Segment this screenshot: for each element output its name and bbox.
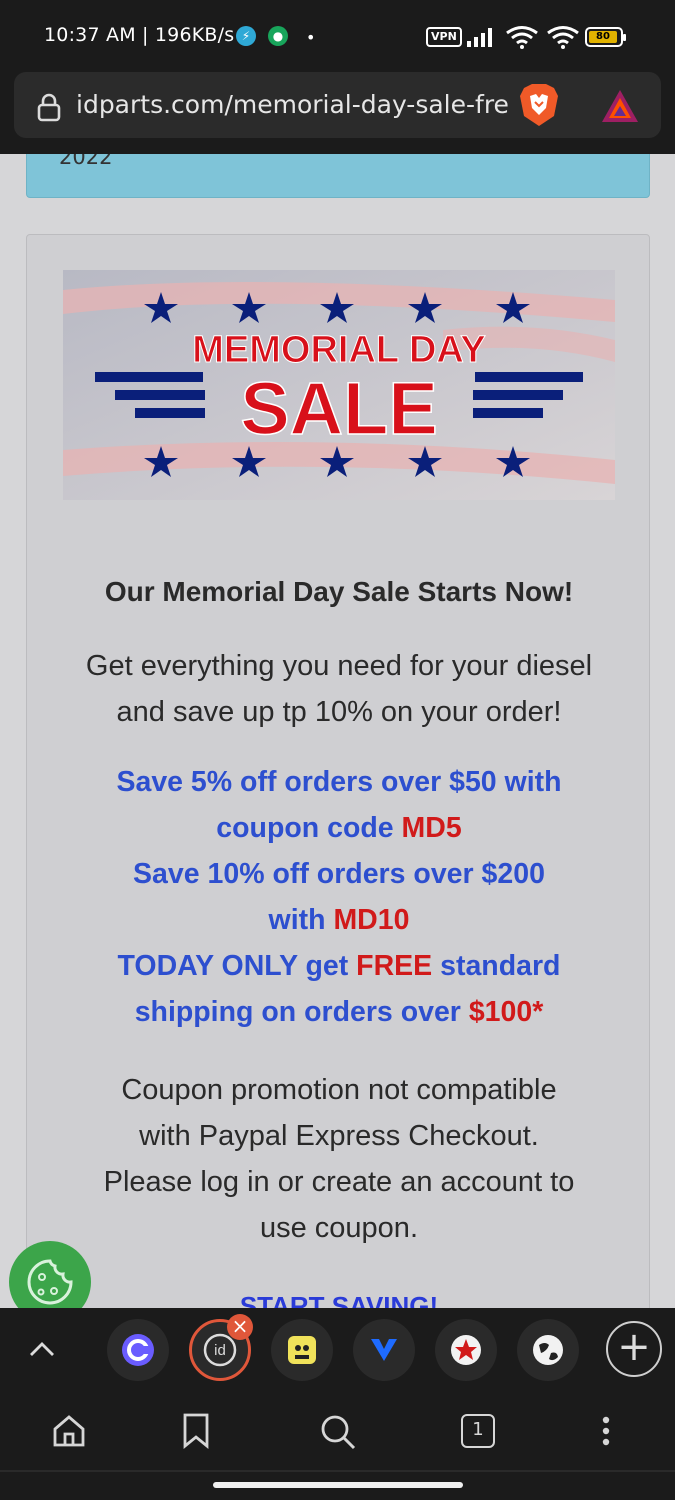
memorial-day-sale-banner: MEMORIAL DAY SALE [63,270,615,500]
cookie-icon [27,1259,73,1305]
svg-text:id: id [214,1342,226,1359]
promo-line: coupon code MD5 [216,812,462,844]
promo-line: shipping on orders over $100* [134,996,544,1028]
lead-line: and save up tp 10% on your order! [116,696,562,728]
tab-site-icon [122,1334,154,1366]
brave-rewards-icon[interactable] [600,88,640,124]
status-bar: 10:37 AM | 196KB/s ⚡ ● • VPN 80 [0,0,675,72]
terms-line: with Paypal Express Checkout. [139,1120,539,1152]
tab-favicon[interactable] [107,1319,169,1381]
app-notification-icon: ● [268,26,288,46]
coupon-terms: Coupon promotion not compatible with Pay… [27,1067,651,1251]
sale-headline: Our Memorial Day Sale Starts Now! [104,576,574,607]
banner-title: MEMORIAL DAY [192,329,485,371]
tab-favicon[interactable] [353,1319,415,1381]
web-page: 2022 MEMORIAL DAY SALE Our Memorial Day … [0,154,675,1308]
tab-site-icon [451,1335,481,1365]
globe-icon [533,1335,563,1365]
banner-sale: SALE [240,367,437,450]
bookmark-icon[interactable] [180,1412,212,1450]
home-icon[interactable] [50,1412,88,1450]
shipping-threshold: $100* [468,996,544,1028]
toolbar-divider [0,1470,675,1472]
cookie-settings-button[interactable] [9,1241,91,1308]
close-tab-button[interactable]: × [227,1314,253,1340]
free-label: FREE [356,950,433,982]
search-icon[interactable] [318,1412,358,1452]
new-tab-button[interactable]: + [606,1321,662,1377]
battery-icon: 80 [585,27,626,47]
terms-line: use coupon. [259,1212,418,1244]
start-saving-link[interactable]: START SAVING! [27,1291,651,1308]
wifi-icon-secondary [547,26,579,49]
info-notice: 2022 [26,154,650,198]
url-text[interactable]: idparts.com/memorial-day-sale-fre [76,90,511,119]
coupon-code: MD5 [401,812,462,844]
tab-favicon[interactable] [271,1319,333,1381]
promo-line: TODAY ONLY get FREE standard [117,950,561,982]
vpn-icon: VPN [426,27,462,47]
notice-text: 2022 [59,154,113,169]
battery-level: 80 [589,31,617,43]
idparts-icon: id [203,1333,237,1367]
tab-favicon[interactable] [517,1319,579,1381]
tab-favicon[interactable] [435,1319,497,1381]
promo-line: Save 5% off orders over $50 with [116,766,562,798]
app-notification-icon: ⚡ [236,26,256,46]
lead-line: Get everything you need for your diesel [85,650,593,682]
more-menu-icon[interactable] [594,1412,618,1450]
coupon-code: MD10 [333,904,410,936]
tab-strip: id × + [0,1308,675,1392]
sale-lead: Get everything you need for your diesel … [27,643,651,735]
wifi-icon [506,26,538,49]
gesture-home-indicator[interactable] [213,1482,463,1488]
sale-card: MEMORIAL DAY SALE Our Memorial Day Sale … [26,234,650,1308]
signal-icon [467,28,492,47]
tab-site-icon [288,1336,316,1364]
more-notifications-dot: • [306,28,316,47]
terms-line: Please log in or create an account to [103,1166,575,1198]
chevron-up-icon[interactable] [28,1336,56,1364]
status-time-speed: 10:37 AM | 196KB/s [44,24,235,46]
terms-line: Coupon promotion not compatible [121,1074,557,1106]
browser-toolbar: idparts.com/memorial-day-sale-fre [0,72,675,154]
promo-line: with MD10 [268,904,410,936]
lock-icon [37,93,61,122]
address-bar[interactable]: idparts.com/memorial-day-sale-fre [14,72,661,138]
tab-site-icon [371,1339,397,1361]
brave-shields-icon[interactable] [518,82,560,128]
promo-details: Save 5% off orders over $50 with coupon … [27,759,651,1035]
tab-count-button[interactable]: 1 [461,1414,495,1448]
promo-line: Save 10% off orders over $200 [133,858,545,890]
